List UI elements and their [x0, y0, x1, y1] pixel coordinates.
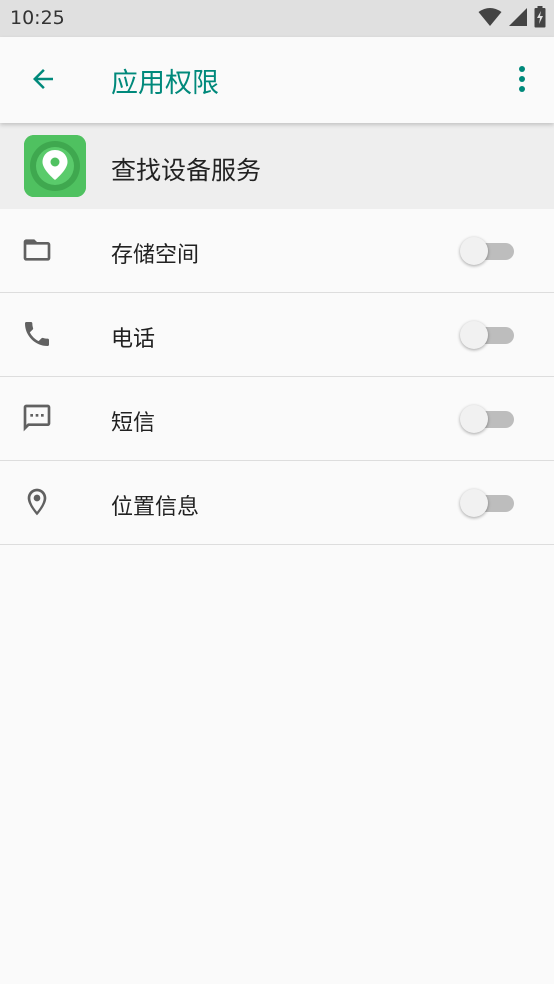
switch-thumb: [460, 321, 488, 349]
phone-permission-switch[interactable]: [460, 320, 516, 350]
storage-permission-switch[interactable]: [460, 236, 516, 266]
arrow-back-icon: [28, 64, 58, 98]
switch-thumb: [460, 237, 488, 265]
sms-permission-switch[interactable]: [460, 404, 516, 434]
permission-label: 电话: [111, 327, 156, 352]
permission-label: 存储空间: [111, 243, 200, 268]
status-bar: 10:25: [0, 0, 554, 37]
permission-row-phone[interactable]: 电话: [0, 293, 554, 377]
permission-row-storage[interactable]: 存储空间: [0, 209, 554, 293]
toolbar: 应用权限: [0, 37, 554, 123]
sms-icon: [18, 399, 56, 437]
back-button[interactable]: [20, 58, 66, 104]
location-permission-switch[interactable]: [460, 488, 516, 518]
location-icon: [18, 483, 56, 521]
location-pin-app-icon: [24, 135, 86, 197]
switch-thumb: [460, 489, 488, 517]
page-title: 应用权限: [111, 68, 219, 99]
cell-signal-icon: [508, 7, 528, 31]
more-options-button[interactable]: [502, 59, 542, 103]
permission-row-location[interactable]: 位置信息: [0, 461, 554, 545]
folder-icon: [18, 231, 56, 269]
battery-charging-icon: [534, 6, 546, 32]
permission-row-sms[interactable]: 短信: [0, 377, 554, 461]
permission-label: 短信: [111, 411, 156, 436]
more-vert-icon: [518, 65, 526, 97]
status-time: 10:25: [10, 7, 65, 29]
app-name: 查找设备服务: [111, 156, 262, 185]
switch-thumb: [460, 405, 488, 433]
permission-label: 位置信息: [111, 495, 200, 520]
permission-list: 存储空间 电话 短信 位置信息: [0, 209, 554, 545]
wifi-icon: [478, 7, 502, 31]
app-header: 查找设备服务: [0, 123, 554, 209]
phone-icon: [18, 315, 56, 353]
status-icons: [478, 6, 546, 32]
